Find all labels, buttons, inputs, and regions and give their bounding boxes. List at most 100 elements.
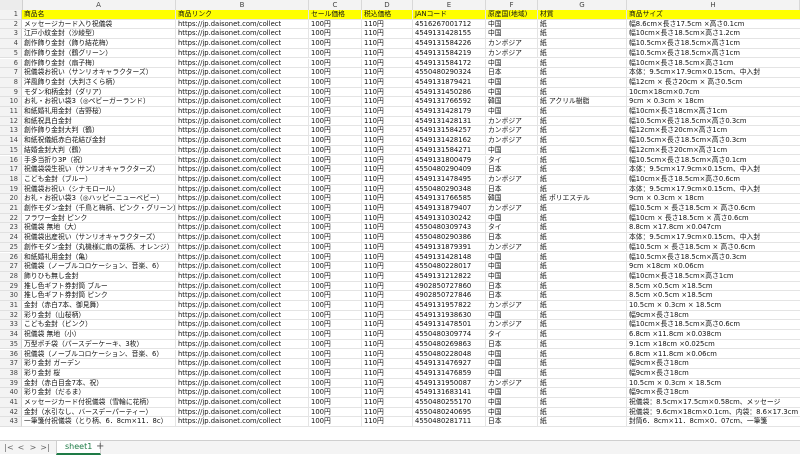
cell-sale-price[interactable]: 100円 — [309, 301, 362, 311]
cell-tax-price[interactable]: 110円 — [362, 349, 413, 360]
cell-product-link[interactable]: https://jp.daisonet.com/collect — [176, 77, 309, 88]
cell-jan-code[interactable]: 4550480290409 — [413, 165, 486, 175]
cell-sale-price[interactable]: 100円 — [309, 194, 362, 204]
row-number[interactable]: 5 — [0, 48, 22, 59]
cell-product-name[interactable]: 創作モダン金封（千鳥と梅柄、ピンク・グリーン） — [22, 204, 176, 214]
cell-material[interactable]: 紙 — [538, 417, 627, 428]
cell-material[interactable]: 紙 — [538, 271, 627, 282]
cell-product-name[interactable]: 金封（赤白7本、御見舞） — [22, 301, 176, 311]
cell-product-name[interactable]: こども金封（ブルー） — [22, 174, 176, 185]
cell-material[interactable]: 紙 — [538, 136, 627, 146]
cell-size[interactable]: 幅9cm×長さ18cm — [627, 388, 800, 398]
cell-sale-price[interactable]: 100円 — [309, 330, 362, 340]
cell-size[interactable]: 幅10cm×長さ18.5cm×高さ1cm — [627, 59, 800, 69]
cell-size[interactable]: 10.5cm × 0.3cm × 18.5cm — [627, 379, 800, 389]
cell-product-name[interactable]: 和紙婚礼用金封（亀） — [22, 252, 176, 263]
cell-origin[interactable]: 中国 — [486, 58, 538, 69]
cell-jan-code[interactable]: 4516267001712 — [413, 19, 486, 30]
cell-product-link[interactable]: https://jp.daisonet.com/collect — [176, 330, 309, 340]
cell-product-name[interactable]: 祝儀袋お祝い（サンリオキャラクターズ） — [22, 68, 176, 78]
cell-sale-price[interactable]: 100円 — [309, 39, 362, 49]
cell-product-link[interactable]: https://jp.daisonet.com/collect — [176, 339, 309, 350]
cell-product-name[interactable]: 彩り金封 桜 — [22, 368, 176, 379]
cell-sale-price[interactable]: 100円 — [309, 378, 362, 389]
cell-origin[interactable]: 中国 — [486, 407, 538, 418]
cell-size[interactable]: 幅9cm×長さ18cm — [627, 359, 800, 369]
cell-jan-code[interactable]: 4549131428162 — [413, 136, 486, 146]
cell-material[interactable]: 紙 — [538, 19, 627, 30]
row-number[interactable]: 25 — [0, 242, 22, 253]
cell-tax-price[interactable]: 110円 — [362, 252, 413, 263]
cell-product-name[interactable]: 手多当折り3P（祝） — [22, 155, 176, 166]
column-header-f[interactable]: F — [486, 0, 538, 10]
cell-material[interactable]: 紙 — [538, 145, 627, 156]
row-number[interactable]: 38 — [0, 368, 22, 379]
cell-material[interactable]: 紙 — [538, 155, 627, 166]
cell-tax-price[interactable]: 110円 — [362, 291, 413, 301]
cell-material[interactable]: 紙 — [538, 58, 627, 69]
cell-jan-code[interactable]: 4549131030242 — [413, 213, 486, 224]
cell-product-name[interactable]: メッセージカード入り祝儀袋 — [22, 19, 176, 30]
cell-jan-code[interactable]: 4549131957822 — [413, 301, 486, 311]
cell-material[interactable]: 紙 — [538, 204, 627, 214]
cell-tax-price[interactable]: 110円 — [362, 48, 413, 59]
cell-origin[interactable]: 中国 — [486, 19, 538, 30]
cell-jan-code[interactable]: 4902850727860 — [413, 281, 486, 292]
cell-product-link[interactable]: https://jp.daisonet.com/collect — [176, 349, 309, 360]
cell-sale-price[interactable]: 100円 — [309, 417, 362, 428]
cell-tax-price[interactable]: 110円 — [362, 213, 413, 224]
cell-sale-price[interactable]: 100円 — [309, 29, 362, 40]
cell-tax-price[interactable]: 110円 — [362, 194, 413, 204]
cell-sale-price[interactable]: 100円 — [309, 291, 362, 301]
cell-material[interactable]: 紙 — [538, 301, 627, 311]
cell-product-link[interactable]: https://jp.daisonet.com/collect — [176, 165, 309, 175]
cell-size[interactable]: 幅10cm × 長さ18.5cm × 高さ0.6cm — [627, 214, 800, 224]
cell-sale-price[interactable]: 100円 — [309, 48, 362, 59]
cell-material[interactable]: 紙 — [538, 87, 627, 98]
cell-jan-code[interactable]: 4549131584219 — [413, 48, 486, 59]
row-number[interactable]: 23 — [0, 223, 22, 234]
cell-product-link[interactable]: https://jp.daisonet.com/collect — [176, 107, 309, 117]
cell-product-link[interactable]: https://jp.daisonet.com/collect — [176, 213, 309, 224]
cell-jan-code[interactable]: 4902850727846 — [413, 291, 486, 301]
cell-material[interactable]: 紙 — [538, 368, 627, 379]
row-number[interactable]: 14 — [0, 136, 22, 146]
cell-product-name[interactable]: 金封（水引なし、バースデーパーティー） — [22, 407, 176, 418]
cell-sale-price[interactable]: 100円 — [309, 116, 362, 127]
cell-tax-price[interactable]: 110円 — [362, 359, 413, 369]
cell-size[interactable]: 9cm × 0.3cm × 18cm — [627, 194, 800, 204]
cell-jan-code[interactable]: 4550480290348 — [413, 184, 486, 195]
cell-origin[interactable]: 日本 — [486, 184, 538, 195]
column-header-d[interactable]: D — [362, 0, 413, 10]
cell-product-name[interactable]: 祝儀袋 無地（小） — [22, 330, 176, 340]
cell-product-link[interactable]: https://jp.daisonet.com/collect — [176, 126, 309, 137]
cell-size[interactable]: 本体：9.5cm×17.9cm×0.15cm、中入封 — [627, 233, 800, 243]
cell-product-name[interactable]: 創作飾り金封（飾り結花梅） — [22, 39, 176, 49]
header-cell-size[interactable]: 商品サイズ — [627, 10, 800, 20]
cell-tax-price[interactable]: 110円 — [362, 126, 413, 137]
column-header-g[interactable]: G — [538, 0, 627, 10]
cell-size[interactable]: 9cm ×18cm ×0.06cm — [627, 262, 800, 272]
cell-origin[interactable]: タイ — [486, 155, 538, 166]
cell-product-name[interactable]: 創作飾り金封（鶴グリーン） — [22, 48, 176, 59]
cell-product-link[interactable]: https://jp.daisonet.com/collect — [176, 398, 309, 408]
cell-product-name[interactable]: 彩り金封（だるま） — [22, 388, 176, 398]
cell-product-name[interactable]: 一筆箋付祝儀袋（とり柄、6．8cm×11．8c） — [22, 417, 176, 428]
cell-origin[interactable]: 中国 — [486, 310, 538, 321]
cell-origin[interactable]: 日本 — [486, 281, 538, 292]
cell-origin[interactable]: タイ — [486, 223, 538, 234]
cell-tax-price[interactable]: 110円 — [362, 58, 413, 69]
cell-origin[interactable]: 中国 — [486, 145, 538, 156]
row-number[interactable]: 9 — [0, 87, 22, 98]
cell-sale-price[interactable]: 100円 — [309, 107, 362, 117]
row-number[interactable]: 11 — [0, 107, 22, 117]
header-cell-origin[interactable]: 原産国(地域) — [486, 10, 538, 20]
cell-product-link[interactable]: https://jp.daisonet.com/collect — [176, 233, 309, 243]
cell-material[interactable]: 紙 — [538, 359, 627, 369]
cell-size[interactable]: 幅10cm×長さ18.5cm×高さ0.6cm — [627, 320, 800, 331]
cell-sale-price[interactable]: 100円 — [309, 339, 362, 350]
row-number[interactable]: 19 — [0, 184, 22, 195]
cell-origin[interactable]: カンボジア — [486, 301, 538, 311]
row-number[interactable]: 26 — [0, 252, 22, 263]
cell-product-name[interactable]: 推し色ギフト券封筒 ピンク — [22, 291, 176, 301]
